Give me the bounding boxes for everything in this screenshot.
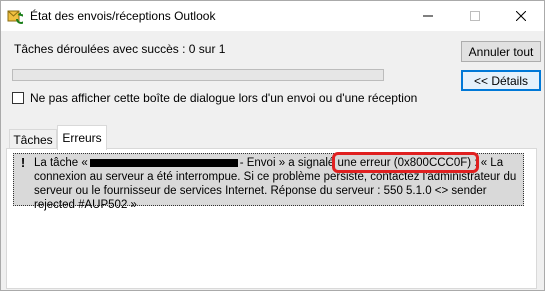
- error-message: La tâche « - Envoi » a signalé une erreur…: [34, 156, 520, 212]
- minimize-icon: [423, 15, 433, 17]
- error-list-item[interactable]: ! La tâche « - Envoi » a signalé une erre…: [13, 153, 524, 211]
- tab-erreurs[interactable]: Erreurs: [57, 125, 107, 150]
- cancel-all-button[interactable]: Annuler tout: [461, 41, 541, 62]
- dialog-window: État des envois/réceptions Outlook Tâche…: [0, 0, 545, 291]
- window-title: État des envois/réceptions Outlook: [30, 9, 216, 23]
- dont-show-label: Ne pas afficher cette boîte de dialogue …: [30, 91, 418, 105]
- error-code-highlight: une erreur (0x800CCC0F): [337, 157, 472, 169]
- redacted-account: [89, 158, 238, 167]
- close-icon: [516, 11, 526, 21]
- maximize-button[interactable]: [452, 1, 498, 31]
- status-text: Tâches déroulées avec succès : 0 sur 1: [14, 42, 226, 56]
- dont-show-checkbox[interactable]: [12, 92, 24, 104]
- error-text-start: La tâche «: [34, 157, 88, 169]
- minimize-button[interactable]: [405, 1, 451, 31]
- dont-show-option[interactable]: Ne pas afficher cette boîte de dialogue …: [12, 91, 417, 105]
- tab-taches[interactable]: Tâches: [9, 129, 57, 149]
- close-button[interactable]: [498, 1, 544, 31]
- progress-bar: [12, 69, 384, 81]
- outlook-sync-icon: [7, 10, 23, 24]
- exclamation-icon: !: [20, 155, 26, 170]
- maximize-icon: [470, 11, 480, 21]
- error-text-mid: - Envoi » a signalé: [239, 157, 338, 169]
- title-bar: État des envois/réceptions Outlook: [1, 1, 544, 31]
- details-button[interactable]: << Détails: [461, 70, 541, 91]
